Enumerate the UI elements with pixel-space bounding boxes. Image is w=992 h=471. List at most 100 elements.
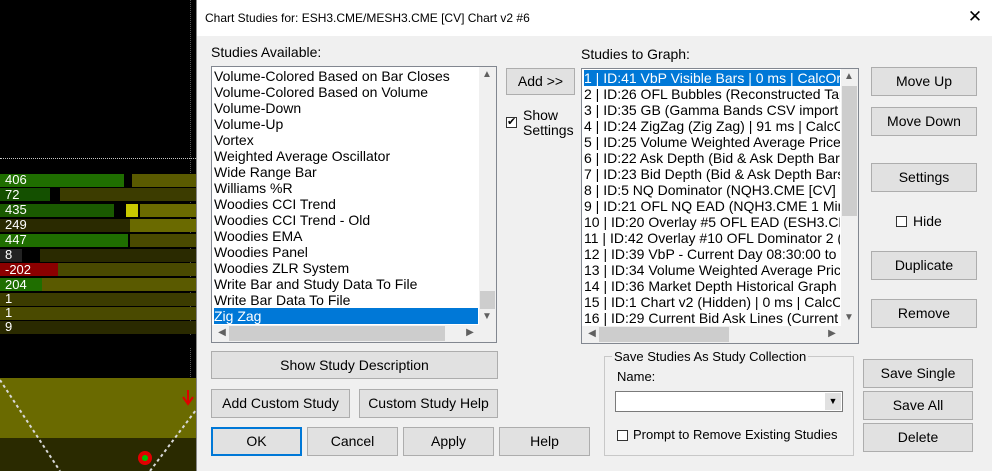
graph-study-item[interactable]: 10 | ID:20 Overlay #5 OFL EAD (ESH3.CME — [584, 214, 840, 230]
collection-name-select[interactable]: ▼ — [615, 391, 843, 412]
available-study-item[interactable]: Woodies ZLR System — [214, 260, 478, 276]
scroll-thumb[interactable] — [599, 327, 729, 342]
hide-label: Hide — [913, 213, 942, 229]
chart-value-label: 1 — [5, 305, 13, 320]
save-single-button[interactable]: Save Single — [863, 359, 973, 388]
dialog-title: Chart Studies for: ESH3.CME/MESH3.CME [C… — [205, 11, 530, 25]
save-all-button[interactable]: Save All — [863, 391, 973, 420]
available-study-item[interactable]: Weighted Average Oscillator — [214, 148, 478, 164]
ok-label: OK — [246, 433, 267, 449]
hide-checkbox[interactable] — [896, 216, 907, 227]
cancel-label: Cancel — [330, 433, 375, 449]
ok-button[interactable]: OK — [211, 427, 302, 456]
graph-study-item[interactable]: 3 | ID:35 GB (Gamma Bands CSV import Str — [584, 102, 840, 118]
studies-available-list[interactable]: Volume-Colored Based on Bar Closes Volume… — [211, 66, 497, 343]
settings-button[interactable]: Settings — [871, 163, 977, 192]
move-up-button[interactable]: Move Up — [871, 67, 977, 96]
graph-study-item[interactable]: 15 | ID:1 Chart v2 (Hidden) | 0 ms | Cal… — [584, 294, 840, 310]
move-down-button[interactable]: Move Down — [871, 107, 977, 136]
scroll-left-icon[interactable]: ◀ — [584, 328, 600, 339]
scroll-left-icon[interactable]: ◀ — [214, 327, 230, 338]
help-button[interactable]: Help — [499, 427, 590, 456]
chart-value-label: 1 — [5, 291, 13, 306]
available-study-item[interactable]: Zig Zag — [214, 308, 478, 324]
available-study-item[interactable]: Volume-Down — [214, 100, 478, 116]
scroll-up-icon[interactable]: ▲ — [841, 71, 857, 82]
chart-grid-line — [0, 158, 196, 159]
scroll-right-icon[interactable]: ▶ — [824, 328, 840, 339]
available-study-item[interactable]: Write Bar and Study Data To File — [214, 276, 478, 292]
delete-label: Delete — [897, 429, 939, 445]
show-settings-checkbox[interactable]: ✔ — [506, 117, 517, 128]
scroll-thumb[interactable] — [842, 86, 857, 216]
close-icon[interactable]: ✕ — [965, 7, 985, 27]
show-settings-text: Show Settings — [523, 107, 574, 138]
add-study-button[interactable]: Add >> — [506, 68, 575, 95]
graph-study-item[interactable]: 2 | ID:26 OFL Bubbles (Reconstructed Tap… — [584, 86, 840, 102]
chart-value-label: 249 — [5, 217, 27, 232]
available-study-item[interactable]: Woodies EMA — [214, 228, 478, 244]
scroll-up-icon[interactable]: ▲ — [479, 69, 495, 80]
chart-value-label: 435 — [5, 202, 27, 217]
volume-bar — [132, 174, 196, 187]
studies-available-vscroll[interactable]: ▲ ▼ — [479, 67, 496, 325]
studies-available-hscroll[interactable]: ◀ ▶ — [212, 325, 496, 342]
graph-study-item[interactable]: 9 | ID:21 OFL NQ EAD (NQH3.CME 1 Min # — [584, 198, 840, 214]
save-all-label: Save All — [892, 397, 944, 413]
move-down-label: Move Down — [887, 113, 961, 129]
add-study-button-label: Add >> — [517, 73, 564, 89]
volume-bar — [40, 249, 196, 262]
custom-study-help-button[interactable]: Custom Study Help — [359, 389, 498, 418]
dialog-titlebar: Chart Studies for: ESH3.CME/MESH3.CME [C… — [197, 0, 992, 36]
apply-button[interactable]: Apply — [403, 427, 494, 456]
available-study-item[interactable]: Volume-Colored Based on Bar Closes — [214, 68, 478, 84]
custom-study-help-label: Custom Study Help — [368, 395, 489, 411]
chart-value-label: 9 — [5, 319, 13, 334]
scroll-thumb[interactable] — [229, 326, 445, 341]
chevron-down-icon[interactable]: ▼ — [825, 393, 841, 410]
scroll-thumb[interactable] — [480, 291, 495, 309]
graph-study-item[interactable]: 4 | ID:24 ZigZag (Zig Zag) | 91 ms | Cal… — [584, 118, 840, 134]
delete-button[interactable]: Delete — [863, 423, 973, 452]
graph-study-item[interactable]: 7 | ID:23 Bid Depth (Bid & Ask Depth Bar… — [584, 166, 840, 182]
graph-study-item[interactable]: 12 | ID:39 VbP - Current Day 08:30:00 to… — [584, 246, 840, 262]
graph-study-item[interactable]: 11 | ID:42 Overlay #10 OFL Dominator 2 (… — [584, 230, 840, 246]
remove-label: Remove — [897, 305, 951, 321]
available-study-item[interactable]: Volume-Colored Based on Volume — [214, 84, 478, 100]
scroll-down-icon[interactable]: ▼ — [479, 311, 495, 322]
graph-study-item[interactable]: 8 | ID:5 NQ Dominator (NQH3.CME [CV] 74 — [584, 182, 840, 198]
available-study-item[interactable]: Wide Range Bar — [214, 164, 478, 180]
available-study-item[interactable]: Woodies CCI Trend — [214, 196, 478, 212]
chart-value-label: -202 — [5, 262, 32, 277]
chart-trend-line — [149, 409, 196, 471]
graph-study-item[interactable]: 5 | ID:25 Volume Weighted Average Price … — [584, 134, 840, 150]
duplicate-button[interactable]: Duplicate — [871, 251, 977, 280]
show-study-description-button[interactable]: Show Study Description — [211, 351, 498, 379]
add-custom-study-button[interactable]: Add Custom Study — [211, 389, 350, 418]
graph-study-item[interactable]: 1 | ID:41 VbP Visible Bars | 0 ms | Calc… — [584, 70, 840, 86]
studies-to-graph-hscroll[interactable]: ◀ ▶ — [582, 326, 858, 343]
volume-bar — [126, 204, 138, 217]
available-study-item[interactable]: Woodies Panel — [214, 244, 478, 260]
available-study-item[interactable]: Woodies CCI Trend - Old — [214, 212, 478, 228]
cancel-button[interactable]: Cancel — [307, 427, 398, 456]
scroll-down-icon[interactable]: ▼ — [841, 312, 857, 323]
move-up-label: Move Up — [895, 73, 953, 89]
studies-to-graph-vscroll[interactable]: ▲ ▼ — [841, 69, 858, 326]
graph-study-item[interactable]: 13 | ID:34 Volume Weighted Average Price — [584, 262, 840, 278]
graph-study-item[interactable]: 16 | ID:29 Current Bid Ask Lines (Curren… — [584, 310, 840, 326]
available-study-item[interactable]: Williams %R — [214, 180, 478, 196]
show-study-description-label: Show Study Description — [280, 357, 429, 373]
available-study-item[interactable]: Volume-Up — [214, 116, 478, 132]
settings-label: Settings — [898, 169, 950, 185]
scroll-right-icon[interactable]: ▶ — [462, 327, 478, 338]
show-settings-label: Show Settings — [523, 108, 583, 138]
remove-button[interactable]: Remove — [871, 299, 977, 328]
graph-study-item[interactable]: 6 | ID:22 Ask Depth (Bid & Ask Depth Bar… — [584, 150, 840, 166]
available-study-item[interactable]: Vortex — [214, 132, 478, 148]
graph-study-item[interactable]: 14 | ID:36 Market Depth Historical Graph… — [584, 278, 840, 294]
prompt-remove-checkbox[interactable] — [617, 430, 628, 441]
checkmark-icon: ✔ — [507, 116, 517, 128]
studies-to-graph-list[interactable]: 1 | ID:41 VbP Visible Bars | 0 ms | Calc… — [581, 68, 859, 344]
available-study-item[interactable]: Write Bar Data To File — [214, 292, 478, 308]
